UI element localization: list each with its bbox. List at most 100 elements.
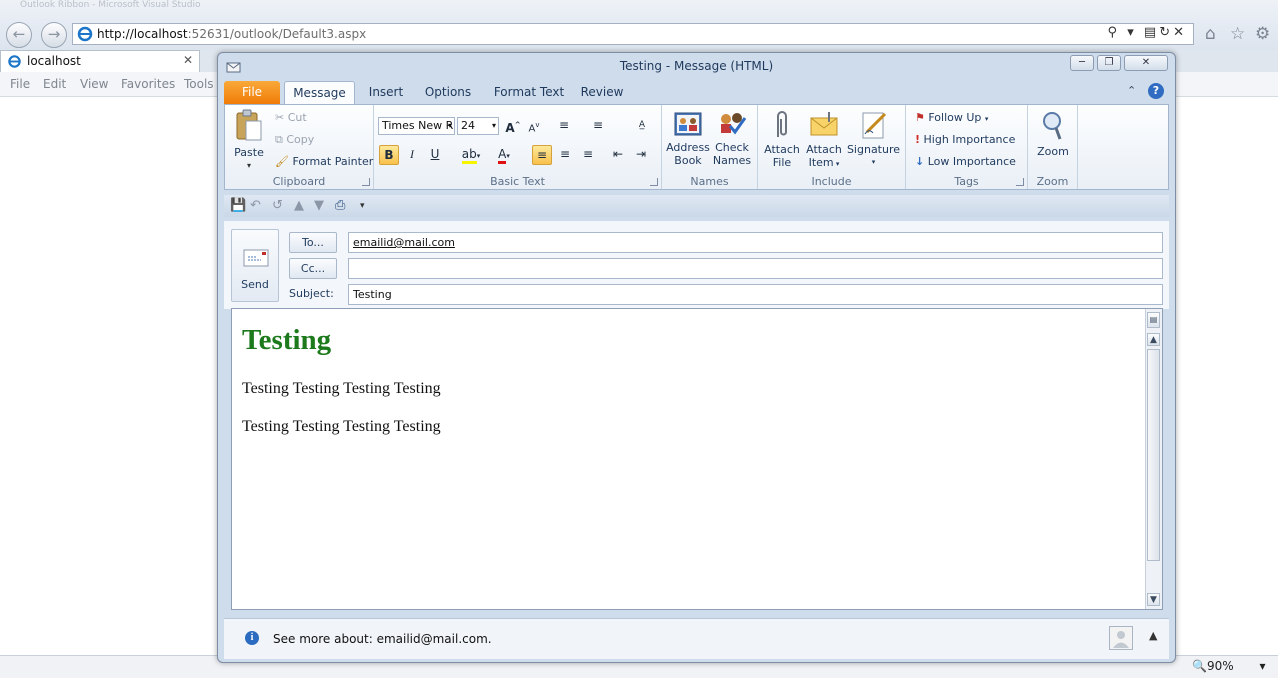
italic-button[interactable]: I [402, 145, 422, 165]
high-importance-button[interactable]: ! High Importance [915, 133, 1015, 146]
bullets-button[interactable]: ≡ [554, 116, 574, 136]
menu-file[interactable]: File [10, 77, 30, 91]
attach-file-button[interactable]: Attach File [762, 110, 802, 169]
subject-field[interactable]: Testing [348, 284, 1163, 305]
message-body[interactable]: Testing Testing Testing Testing Testing … [231, 308, 1163, 610]
next-icon[interactable]: ▼ [314, 198, 324, 213]
chevron-down-icon[interactable]: ▾ [1259, 659, 1265, 673]
outlook-message-window: Testing - Message (HTML) ─ ❐ ✕ File Mess… [217, 52, 1176, 663]
to-field[interactable]: emailid@mail.com [348, 232, 1163, 253]
cc-button[interactable]: Cc... [289, 258, 337, 279]
signature-button[interactable]: Signature ▾ [846, 110, 901, 169]
scroll-thumb[interactable] [1147, 349, 1160, 561]
tab-options[interactable]: Options [421, 81, 475, 104]
check-names-button[interactable]: Check Names [710, 110, 754, 167]
compat-icon[interactable]: ▤ [1144, 25, 1159, 40]
window-title: Testing - Message (HTML) [619, 59, 774, 73]
url-text[interactable]: http://localhost:52631/outlook/Default3.… [97, 27, 366, 41]
copy-button[interactable]: ⧉ Copy [275, 133, 314, 147]
back-button[interactable]: ← [6, 22, 32, 48]
customize-qat-icon[interactable]: ▾ [360, 201, 365, 211]
paste-button[interactable]: Paste ▾ [229, 109, 269, 172]
attach-item-button[interactable]: Attach Item ▾ [804, 110, 844, 171]
to-recipient[interactable]: emailid@mail.com [353, 236, 455, 249]
highlight-button[interactable]: ab▾ [456, 145, 486, 165]
font-size-select[interactable]: 24 ▾ [457, 117, 499, 135]
follow-up-button[interactable]: ⚑ Follow Up ▾ [915, 111, 988, 124]
menu-edit[interactable]: Edit [43, 77, 66, 91]
undo-icon[interactable]: ↶ [250, 198, 261, 213]
collapse-ribbon-icon[interactable]: ⌃ [1127, 84, 1136, 97]
menu-view[interactable]: View [80, 77, 108, 91]
address-bar[interactable]: http://localhost:52631/outlook/Default3.… [72, 23, 1194, 45]
format-painter-button[interactable]: 🖌 Format Painter [275, 155, 373, 168]
tab-message[interactable]: Message [284, 81, 355, 104]
cut-button[interactable]: ✂ Cut [275, 111, 307, 124]
basic-text-launcher-icon[interactable] [650, 178, 658, 186]
tab-review[interactable]: Review [577, 81, 627, 104]
previous-icon[interactable]: ▲ [294, 198, 304, 213]
minimize-button[interactable]: ─ [1070, 55, 1094, 71]
zoom-button[interactable]: Zoom [1032, 110, 1074, 158]
close-icon[interactable]: ✕ [1173, 25, 1187, 40]
zoom-level[interactable]: 🔍90% ▾ [1192, 659, 1265, 673]
scroll-up-button[interactable]: ▲ [1147, 333, 1160, 346]
restore-button[interactable]: ❐ [1097, 55, 1121, 71]
clipboard-launcher-icon[interactable] [362, 178, 370, 186]
tab-format-text[interactable]: Format Text [489, 81, 569, 104]
signature-label: Signature [846, 143, 901, 156]
vertical-scrollbar[interactable]: ▤ ▲ ▼ [1145, 309, 1162, 609]
send-button[interactable]: Send [231, 229, 279, 302]
check-names-icon [721, 113, 747, 135]
avatar[interactable] [1109, 626, 1133, 650]
home-icon[interactable]: ⌂ [1205, 24, 1216, 44]
browser-tab[interactable]: localhost ✕ [0, 50, 200, 72]
align-left-button[interactable]: ≡ [532, 145, 552, 165]
align-center-button[interactable]: ≡ [555, 145, 575, 165]
search-icon[interactable]: ⚲ [1108, 25, 1121, 40]
tags-launcher-icon[interactable] [1016, 178, 1024, 186]
tab-insert[interactable]: Insert [361, 81, 411, 104]
cc-field[interactable] [348, 258, 1163, 279]
numbering-button[interactable]: ≡ [588, 116, 608, 136]
font-color-button[interactable]: A▾ [489, 145, 519, 165]
low-importance-button[interactable]: ↓ Low Importance [915, 155, 1016, 168]
bold-button[interactable]: B [379, 145, 399, 165]
redo-icon[interactable]: ↺ [272, 198, 283, 213]
increase-indent-button[interactable]: ⇥ [631, 145, 651, 165]
help-icon[interactable]: ? [1148, 83, 1164, 99]
zoom-icon: 🔍 [1192, 659, 1207, 673]
styles-icon[interactable]: A̲̲ [632, 116, 652, 136]
group-include: Attach File Attach Item ▾ Signature ▾ In… [758, 105, 906, 189]
scroll-down-button[interactable]: ▼ [1147, 593, 1160, 606]
refresh-icon[interactable]: ↻ [1159, 25, 1173, 40]
group-label-basic-text: Basic Text [490, 175, 545, 188]
tab-file[interactable]: File [224, 81, 280, 104]
address-book-button[interactable]: Address Book [665, 110, 711, 167]
decrease-indent-button[interactable]: ⇤ [608, 145, 628, 165]
people-pane-text[interactable]: See more about: emailid@mail.com. [273, 632, 492, 646]
expand-pane-icon[interactable]: ▲ [1149, 629, 1157, 642]
save-icon[interactable]: 💾 [230, 198, 246, 213]
shrink-font-button[interactable]: Av [524, 116, 544, 136]
align-right-button[interactable]: ≡ [578, 145, 598, 165]
attach-file-label: Attach [764, 143, 800, 156]
flag-icon: ⚑ [915, 111, 925, 124]
to-button[interactable]: To... [289, 232, 337, 253]
chevron-down-icon[interactable]: ▾ [1127, 25, 1137, 40]
gear-icon[interactable]: ⚙ [1255, 24, 1270, 44]
ruler-toggle-icon[interactable]: ▤ [1147, 312, 1160, 328]
close-window-button[interactable]: ✕ [1124, 55, 1168, 71]
grow-font-button[interactable]: A^ [503, 116, 523, 136]
forward-button[interactable]: → [41, 22, 67, 48]
window-titlebar[interactable]: Testing - Message (HTML) ─ ❐ ✕ [218, 53, 1175, 79]
print-icon[interactable]: ⎙ [335, 198, 345, 213]
exclamation-icon: ! [915, 133, 921, 146]
menu-favorites[interactable]: Favorites [121, 77, 175, 91]
underline-button[interactable]: U [425, 145, 445, 165]
favorites-star-icon[interactable]: ☆ [1230, 24, 1245, 44]
address-tools[interactable]: ⚲ ▾ ▤↻✕ [1108, 25, 1187, 40]
font-name-select[interactable]: Times New R ▾ [378, 117, 455, 135]
tab-close-icon[interactable]: ✕ [183, 53, 193, 67]
menu-tools[interactable]: Tools [184, 77, 214, 91]
